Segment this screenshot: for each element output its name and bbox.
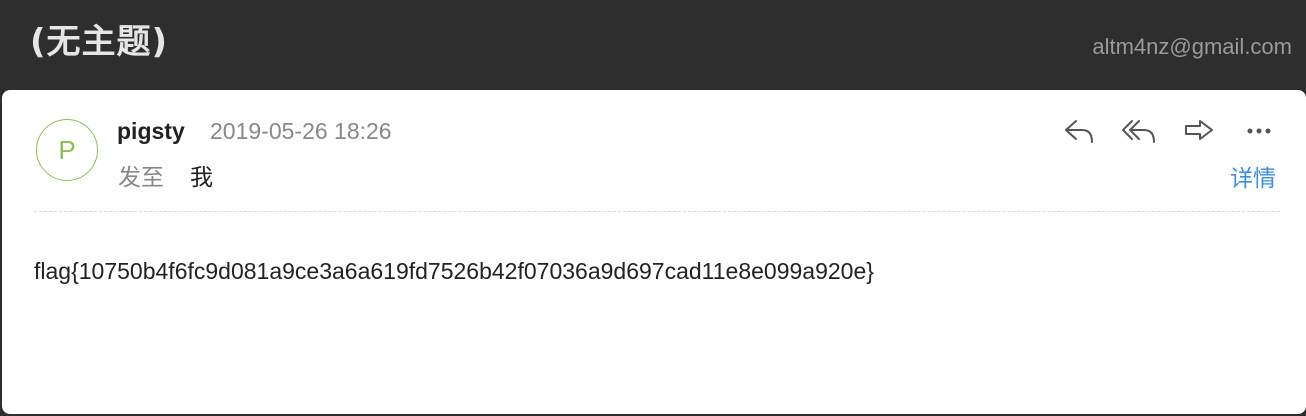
- message-date: 2019-05-26 18:26: [210, 118, 392, 144]
- to-label: 发至: [118, 165, 164, 191]
- recipient: 我: [190, 165, 213, 191]
- more-button[interactable]: [1240, 114, 1278, 148]
- details-link[interactable]: 详情: [1230, 159, 1276, 193]
- avatar-letter: P: [58, 134, 76, 165]
- more-icon: [1247, 128, 1271, 134]
- avatar[interactable]: P: [36, 119, 98, 181]
- divider: [34, 211, 1280, 212]
- email-subject: (无主题): [30, 22, 169, 62]
- reply-all-button[interactable]: [1120, 114, 1158, 148]
- forward-icon: [1185, 120, 1213, 140]
- email-viewer: (无主题) altm4nz@gmail.com P pigsty 2019-05…: [0, 0, 1306, 416]
- reply-all-icon: [1122, 120, 1155, 143]
- message-body: flag{10750b4f6fc9d081a9ce3a6a619fd7526b4…: [34, 258, 874, 284]
- reply-button[interactable]: [1060, 114, 1098, 148]
- message-actions: [1060, 114, 1278, 148]
- forward-button[interactable]: [1180, 114, 1218, 148]
- sender-name[interactable]: pigsty: [117, 118, 185, 145]
- account-email: altm4nz@gmail.com: [1092, 34, 1292, 59]
- reply-icon: [1065, 120, 1093, 143]
- message-card: P pigsty 2019-05-26 18:26 发至 我 详情 flag{1…: [2, 90, 1306, 414]
